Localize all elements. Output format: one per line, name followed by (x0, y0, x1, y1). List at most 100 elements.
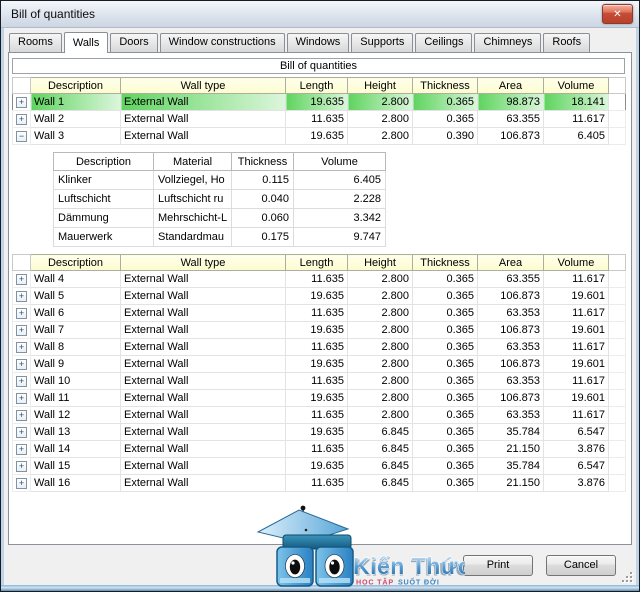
tab-chimneys[interactable]: Chimneys (474, 33, 542, 52)
description-cell: Wall 7 (30, 321, 121, 339)
thickness-cell: 0.365 (412, 270, 478, 288)
close-button[interactable]: ✕ (602, 4, 633, 24)
expand-icon[interactable]: + (16, 114, 27, 125)
thickness-cell: 0.040 (231, 189, 294, 209)
column-header-wall-type[interactable]: Wall type (120, 254, 286, 271)
column-header-area[interactable]: Area (477, 77, 544, 94)
height-cell: 2.800 (347, 127, 413, 145)
material-cell: Standardmau (153, 227, 232, 247)
print-button[interactable]: Print (463, 554, 533, 576)
wall-row[interactable]: + Wall 6 External Wall 11.635 2.800 0.365 63.3… (12, 304, 626, 322)
expander-cell: + (12, 372, 31, 390)
length-cell: 11.635 (285, 110, 348, 128)
detail-column-header-volume[interactable]: Volume (293, 152, 386, 171)
collapse-icon[interactable]: − (16, 131, 27, 142)
thickness-cell: 0.390 (412, 127, 478, 145)
tab-window-constructions[interactable]: Window constructions (159, 33, 285, 52)
filler-cell (608, 406, 626, 424)
description-cell: Mauerwerk (53, 227, 154, 247)
wall-type-cell: External Wall (120, 423, 286, 441)
filler-cell (608, 457, 626, 475)
column-header-height[interactable]: Height (347, 254, 413, 271)
column-header-wall-type[interactable]: Wall type (120, 77, 286, 94)
expand-icon[interactable]: + (16, 325, 27, 336)
wall-row[interactable]: + Wall 4 External Wall 11.635 2.800 0.365 63.3… (12, 270, 626, 288)
wall-type-cell: External Wall (120, 304, 286, 322)
tab-rooms[interactable]: Rooms (9, 33, 62, 52)
expand-icon[interactable]: + (16, 444, 27, 455)
wall-row[interactable]: + Wall 14 External Wall 11.635 6.845 0.365 21.… (12, 440, 626, 458)
wall-row[interactable]: + Wall 5 External Wall 19.635 2.800 0.365 106.… (12, 287, 626, 305)
layer-row[interactable]: Dämmung Mehrschicht-L 0.060 3.342 (53, 208, 386, 228)
expand-icon[interactable]: + (16, 461, 27, 472)
column-header-length[interactable]: Length (285, 254, 348, 271)
length-cell: 19.635 (285, 457, 348, 475)
expand-icon[interactable]: + (16, 427, 27, 438)
expand-icon[interactable]: + (16, 410, 27, 421)
column-header-thickness[interactable]: Thickness (412, 77, 478, 94)
thickness-cell: 0.365 (412, 389, 478, 407)
column-header-description[interactable]: Description (30, 254, 121, 271)
height-cell: 6.845 (347, 457, 413, 475)
wall-row[interactable]: + Wall 15 External Wall 19.635 6.845 0.365 35.… (12, 457, 626, 475)
volume-cell: 11.617 (543, 372, 609, 390)
description-cell: Wall 4 (30, 270, 121, 288)
wall-row[interactable]: + Wall 12 External Wall 11.635 2.800 0.365 63.… (12, 406, 626, 424)
wall-row[interactable]: − Wall 3 External Wall 19.635 2.800 0.390 106.… (12, 127, 626, 145)
tab-windows[interactable]: Windows (286, 33, 350, 52)
expand-icon[interactable]: + (16, 291, 27, 302)
wall-row[interactable]: + Wall 11 External Wall 19.635 2.800 0.365 106… (12, 389, 626, 407)
column-header-height[interactable]: Height (347, 77, 413, 94)
expander-cell: + (12, 355, 31, 373)
height-cell: 2.800 (347, 321, 413, 339)
wall-row[interactable]: + Wall 16 External Wall 11.635 6.845 0.365 21.… (12, 474, 626, 492)
expand-icon[interactable]: + (16, 393, 27, 404)
layer-row[interactable]: Luftschicht Luftschicht ru 0.040 2.228 (53, 189, 386, 209)
height-cell: 2.800 (347, 110, 413, 128)
volume-cell: 11.617 (543, 338, 609, 356)
column-header-length[interactable]: Length (285, 77, 348, 94)
cancel-button[interactable]: Cancel (546, 554, 616, 576)
expand-icon[interactable]: + (16, 97, 27, 108)
column-header-volume[interactable]: Volume (543, 254, 609, 271)
column-header-description[interactable]: Description (30, 77, 121, 94)
resize-grip-icon[interactable] (621, 571, 632, 582)
layer-row[interactable]: Klinker Vollziegel, Ho 0.115 6.405 (53, 170, 386, 190)
wall-row[interactable]: + Wall 13 External Wall 19.635 6.845 0.365 35.… (12, 423, 626, 441)
expand-icon[interactable]: + (16, 478, 27, 489)
wall-row[interactable]: + Wall 7 External Wall 19.635 2.800 0.365 106.… (12, 321, 626, 339)
expand-icon[interactable]: + (16, 359, 27, 370)
length-cell: 19.635 (285, 127, 348, 145)
wall-row[interactable]: + Wall 10 External Wall 11.635 2.800 0.365 63.… (12, 372, 626, 390)
detail-column-header-material[interactable]: Material (153, 152, 232, 171)
volume-cell: 6.547 (543, 457, 609, 475)
expand-icon[interactable]: + (16, 376, 27, 387)
wall-row[interactable]: + Wall 9 External Wall 19.635 2.800 0.365 106.… (12, 355, 626, 373)
expand-icon[interactable]: + (16, 342, 27, 353)
column-header-area[interactable]: Area (477, 254, 544, 271)
tab-supports[interactable]: Supports (351, 33, 414, 52)
column-header-thickness[interactable]: Thickness (412, 254, 478, 271)
filler-cell (608, 474, 626, 492)
expand-icon[interactable]: + (16, 274, 27, 285)
dialog-window: Bill of quantities ✕ Rooms Walls Doors Wind… (0, 0, 640, 592)
expand-icon[interactable]: + (16, 308, 27, 319)
tab-doors[interactable]: Doors (110, 33, 158, 52)
walls-table-lower: Description Wall type Length Height Thicknes… (12, 254, 626, 492)
tab-roofs[interactable]: Roofs (543, 33, 591, 52)
wall-row[interactable]: + Wall 1 External Wall 19.635 2.800 0.365 98.8… (12, 93, 626, 111)
tab-ceilings[interactable]: Ceilings (415, 33, 473, 52)
wall-row[interactable]: + Wall 2 External Wall 11.635 2.800 0.365 63.3… (12, 110, 626, 128)
length-cell: 11.635 (285, 304, 348, 322)
tab-walls[interactable]: Walls (63, 32, 109, 53)
filler-cell (608, 127, 626, 145)
detail-column-header-thickness[interactable]: Thickness (231, 152, 294, 171)
expander-cell: + (12, 406, 31, 424)
area-cell: 106.873 (477, 287, 544, 305)
layer-row[interactable]: Mauerwerk Standardmau 0.175 9.747 (53, 227, 386, 247)
detail-column-header-description[interactable]: Description (53, 152, 154, 171)
wall-row[interactable]: + Wall 8 External Wall 11.635 2.800 0.365 63.3… (12, 338, 626, 356)
wall3-detail-wrap: Description Material Thickness Volume Klinke… (53, 152, 628, 247)
column-header-volume[interactable]: Volume (543, 77, 609, 94)
height-cell: 2.800 (347, 93, 413, 111)
